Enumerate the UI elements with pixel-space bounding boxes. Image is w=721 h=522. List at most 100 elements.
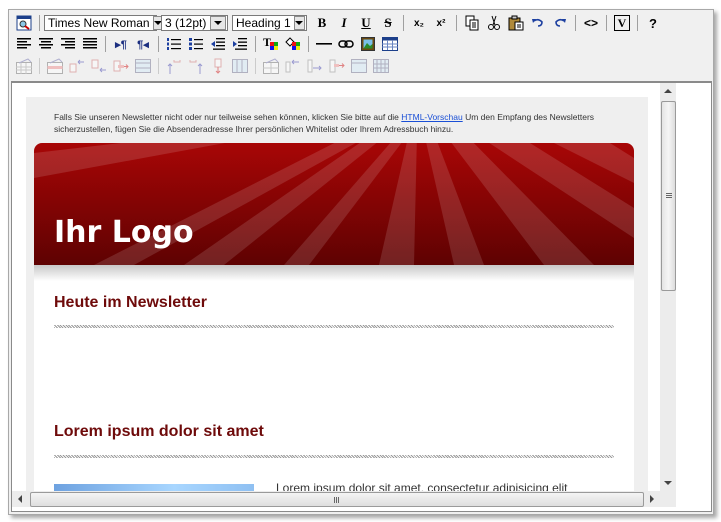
document-content[interactable]: Falls Sie unseren Newsletter nicht oder … xyxy=(12,83,660,491)
arrow-up-icon xyxy=(664,89,672,93)
scrollbar-corner xyxy=(660,491,676,507)
separator xyxy=(158,58,159,74)
merge-cells-button[interactable] xyxy=(229,56,251,76)
preview-icon xyxy=(16,15,32,31)
merge-cell-button[interactable] xyxy=(370,56,392,76)
preheader-text: Falls Sie unseren Newsletter nicht oder … xyxy=(54,112,595,134)
scroll-right-button[interactable] xyxy=(644,491,660,507)
delete-col-icon xyxy=(214,58,222,74)
split-cell-button[interactable] xyxy=(348,56,370,76)
table-button[interactable] xyxy=(379,34,401,54)
scroll-up-button[interactable] xyxy=(660,83,676,99)
align-right-icon xyxy=(61,38,75,49)
strikethrough-button[interactable]: S xyxy=(377,13,399,33)
unordered-list-button[interactable] xyxy=(185,34,207,54)
align-right-button[interactable] xyxy=(57,34,79,54)
section-divider xyxy=(54,455,614,458)
ltr-button[interactable]: ▸¶ xyxy=(110,34,132,54)
toolbar-row-2: ▸¶ ¶◂ T xyxy=(13,34,401,54)
insert-row-before-button[interactable] xyxy=(66,56,88,76)
section-title-lorem: Lorem ipsum dolor sit amet xyxy=(54,423,264,440)
horizontal-rule-button[interactable] xyxy=(313,34,335,54)
block-format-select[interactable]: Heading 1 xyxy=(232,15,307,31)
editor-area[interactable]: Falls Sie unseren Newsletter nicht oder … xyxy=(11,81,712,512)
merge-cells-icon xyxy=(232,59,248,73)
separator xyxy=(403,15,404,31)
source-code-button[interactable]: <> xyxy=(580,13,602,33)
article-text: Lorem ipsum dolor sit amet, consectetur … xyxy=(276,481,568,491)
toolbar-row-1: Times New Roman 3 (12pt) Heading 1 B I U… xyxy=(13,13,664,33)
ordered-list-button[interactable] xyxy=(163,34,185,54)
preview-button[interactable] xyxy=(13,13,35,33)
grip-icon xyxy=(665,193,672,199)
split-cells-button[interactable] xyxy=(132,56,154,76)
delete-cell-button[interactable] xyxy=(326,56,348,76)
font-family-select[interactable]: Times New Roman xyxy=(44,15,163,31)
copy-icon xyxy=(465,15,479,31)
separator xyxy=(456,15,457,31)
undo-button[interactable] xyxy=(527,13,549,33)
html-preview-link[interactable]: HTML-Vorschau xyxy=(401,112,462,122)
editor-right-margin xyxy=(676,83,711,511)
delete-row-icon xyxy=(113,60,129,72)
text-color-icon: T xyxy=(263,36,278,50)
insert-col-before-button[interactable] xyxy=(185,56,207,76)
paint-bucket-icon xyxy=(285,37,300,50)
link-button[interactable] xyxy=(335,34,357,54)
insert-cell-after-button[interactable] xyxy=(304,56,326,76)
horizontal-rule-icon xyxy=(316,43,332,45)
cell-properties-button[interactable] xyxy=(260,56,282,76)
scissors-icon xyxy=(488,15,500,30)
ordered-list-icon xyxy=(167,38,181,50)
italic-button[interactable]: I xyxy=(333,13,355,33)
copy-button[interactable] xyxy=(461,13,483,33)
align-center-button[interactable] xyxy=(35,34,57,54)
table-properties-icon xyxy=(16,58,32,74)
background-color-button[interactable] xyxy=(282,34,304,54)
vertical-scrollbar[interactable] xyxy=(660,83,676,491)
align-left-icon xyxy=(17,38,31,49)
editor-window: Times New Roman 3 (12pt) Heading 1 B I U… xyxy=(8,9,714,515)
image-icon xyxy=(361,37,375,51)
paste-button[interactable] xyxy=(505,13,527,33)
delete-cell-icon xyxy=(329,59,345,73)
font-size-select[interactable]: 3 (12pt) xyxy=(161,15,228,31)
separator xyxy=(39,58,40,74)
delete-col-button[interactable] xyxy=(207,56,229,76)
insert-row-before-icon xyxy=(69,59,84,73)
delete-row-button[interactable] xyxy=(110,56,132,76)
row-properties-button[interactable] xyxy=(44,56,66,76)
image-button[interactable] xyxy=(357,34,379,54)
col-properties-button[interactable] xyxy=(163,56,185,76)
separator xyxy=(575,15,576,31)
header-banner: Ihr Logo xyxy=(34,143,634,265)
rtl-button[interactable]: ¶◂ xyxy=(132,34,154,54)
scroll-left-button[interactable] xyxy=(12,491,28,507)
horizontal-scroll-thumb[interactable] xyxy=(30,492,644,507)
horizontal-scrollbar[interactable] xyxy=(12,491,660,507)
text-color-button[interactable]: T xyxy=(260,34,282,54)
insert-cell-after-icon xyxy=(307,59,322,73)
insert-cell-before-button[interactable] xyxy=(282,56,304,76)
indent-button[interactable] xyxy=(229,34,251,54)
bold-button[interactable]: B xyxy=(311,13,333,33)
help-button[interactable]: ? xyxy=(642,13,664,33)
superscript-button[interactable]: x² xyxy=(430,13,452,33)
underline-button[interactable]: U xyxy=(355,13,377,33)
insert-cell-before-icon xyxy=(285,59,299,73)
validate-button[interactable]: V xyxy=(611,13,633,33)
align-left-button[interactable] xyxy=(13,34,35,54)
separator xyxy=(105,36,106,52)
undo-icon xyxy=(532,18,543,27)
separator xyxy=(308,36,309,52)
outdent-button[interactable] xyxy=(207,34,229,54)
table-properties-button[interactable] xyxy=(13,56,35,76)
redo-button[interactable] xyxy=(549,13,571,33)
insert-row-after-button[interactable] xyxy=(88,56,110,76)
justify-button[interactable] xyxy=(79,34,101,54)
vertical-scroll-thumb[interactable] xyxy=(661,101,676,291)
subscript-button[interactable]: x₂ xyxy=(408,13,430,33)
separator xyxy=(255,58,256,74)
scroll-down-button[interactable] xyxy=(660,475,676,491)
cut-button[interactable] xyxy=(483,13,505,33)
